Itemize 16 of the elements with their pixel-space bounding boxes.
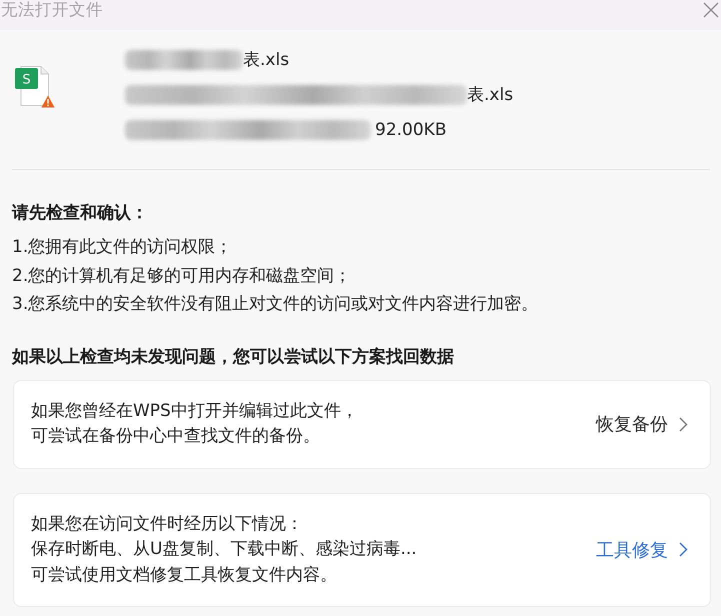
action-link[interactable]: 恢复备份 [596, 412, 688, 436]
option-description: 如果您在访问文件时经历以下情况： 保存时断电、从U盘复制、下载中断、感染过病毒... 可尝试使用文档修复工具恢复文件内容。 [31, 512, 417, 586]
option-description: 如果您曾经在WPS中打开并编辑过此文件， 可尝试在备份中心中查找文件的备份。 [31, 400, 358, 448]
checklist-item: 2.您的计算机有足够的可用内存和磁盘空间； [12, 264, 352, 288]
section-heading: 请先检查和确认： [12, 202, 149, 225]
chevron-right-icon [679, 416, 688, 432]
file-path: 表.xls [467, 84, 514, 106]
file-name: 表.xls [243, 49, 290, 71]
checklist-item: 3.您系统中的安全软件没有阻止对文件的访问或对文件内容进行加密。 [12, 293, 540, 316]
chevron-right-icon [679, 542, 688, 558]
action-link[interactable]: 工具修复 [596, 538, 688, 562]
window-title: 无法打开文件 [1, 0, 103, 20]
section-heading: 如果以上检查均未发现问题，您可以尝试以下方案找回数据 [12, 346, 455, 368]
close-icon[interactable] [703, 2, 719, 18]
file-size: 92.00KB [375, 120, 446, 140]
checklist-item: 1.您拥有此文件的访问权限； [12, 236, 234, 259]
